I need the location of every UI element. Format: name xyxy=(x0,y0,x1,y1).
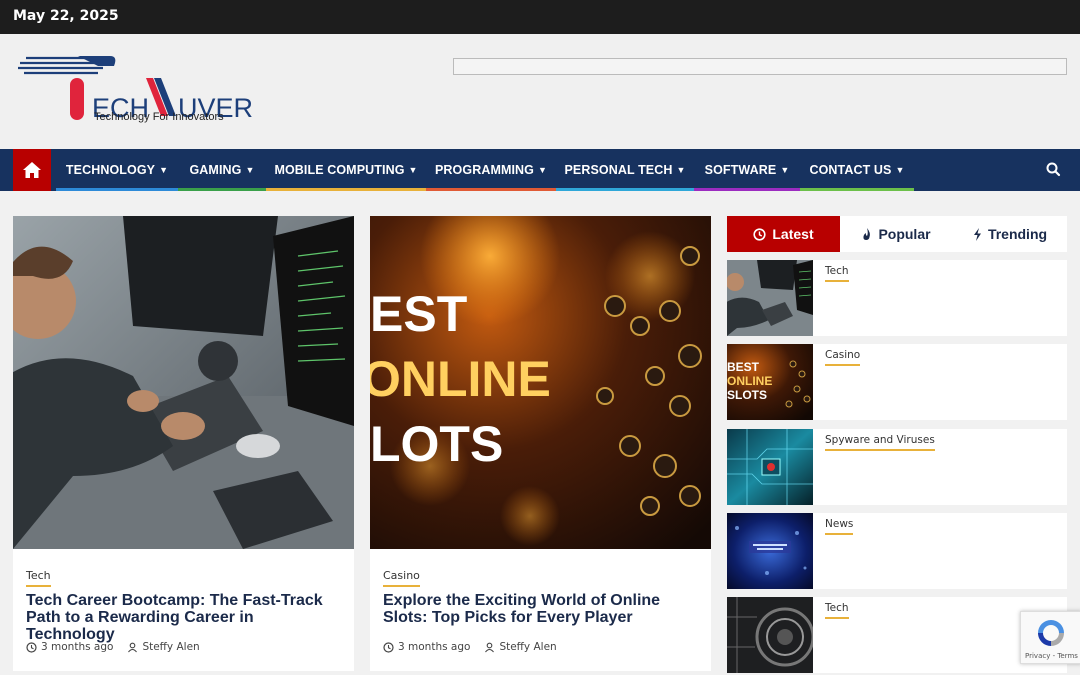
site-header: ECH UVER Technology For Innovators xyxy=(0,34,1080,148)
article-author[interactable]: Steffy Alen xyxy=(499,641,556,653)
sidebar-post[interactable]: BEST ONLINE SLOTS Casino xyxy=(727,344,1067,420)
tab-label: Popular xyxy=(878,226,931,242)
chevron-down-icon: ▼ xyxy=(159,165,169,175)
recaptcha-badge[interactable]: Privacy - Terms xyxy=(1020,611,1080,664)
nav-item-technology[interactable]: TECHNOLOGY ▼ xyxy=(56,149,178,191)
nav-underline xyxy=(426,188,556,191)
article-image-casino[interactable]: EST ONLINE LOTS xyxy=(370,216,711,549)
nav-underline xyxy=(266,188,426,191)
tab-label: Trending xyxy=(987,226,1048,242)
sidebar-post-thumbnail[interactable] xyxy=(727,597,813,673)
nav-underline xyxy=(694,188,800,191)
nav-item-gaming[interactable]: GAMING ▼ xyxy=(178,149,266,191)
nav-label: TECHNOLOGY xyxy=(65,163,156,177)
nav-label: PERSONAL TECH xyxy=(564,163,673,177)
nav-item-programming[interactable]: PROGRAMMING ▼ xyxy=(426,149,556,191)
casino-thumb-text-1: BEST xyxy=(727,360,760,374)
casino-image-text-2: ONLINE xyxy=(370,351,551,407)
sidebar-post[interactable]: Tech xyxy=(727,260,1067,336)
article-time: 3 months ago xyxy=(41,641,114,653)
clock-icon xyxy=(753,227,766,241)
sidebar-post-category[interactable]: Spyware and Viruses xyxy=(825,434,935,451)
chevron-down-icon: ▼ xyxy=(245,165,255,175)
current-date: May 22, 2025 xyxy=(13,8,119,24)
sidebar-post-category[interactable]: Casino xyxy=(825,349,861,366)
fire-icon xyxy=(863,227,871,240)
user-icon xyxy=(128,642,138,652)
sidebar-tabs: Latest Popular Trending xyxy=(727,216,1067,252)
sidebar-post-thumbnail[interactable] xyxy=(727,429,813,505)
tab-trending[interactable]: Trending xyxy=(953,216,1067,252)
sidebar-post-category[interactable]: Tech xyxy=(825,602,849,619)
chevron-down-icon: ▼ xyxy=(676,165,686,175)
sidebar-post[interactable]: Tech xyxy=(727,597,1067,673)
search-icon xyxy=(1046,162,1061,177)
top-bar: May 22, 2025 xyxy=(0,0,1080,34)
nav-item-software[interactable]: SOFTWARE ▼ xyxy=(694,149,800,191)
recaptcha-icon xyxy=(1038,620,1064,646)
home-button[interactable] xyxy=(13,149,51,191)
article-card[interactable]: Tech Tech Career Bootcamp: The Fast-Trac… xyxy=(13,216,354,671)
sidebar-post-thumbnail[interactable] xyxy=(727,513,813,589)
sidebar-post[interactable]: Spyware and Viruses xyxy=(727,429,1067,505)
casino-thumb-text-3: SLOTS xyxy=(727,388,767,402)
article-card[interactable]: EST ONLINE LOTS Casino Explore the Excit… xyxy=(370,216,711,671)
nav-label: CONTACT US xyxy=(809,163,892,177)
article-category[interactable]: Tech xyxy=(26,569,51,587)
tab-popular[interactable]: Popular xyxy=(840,216,953,252)
nav-underline xyxy=(178,188,266,191)
user-icon xyxy=(485,642,495,652)
article-image-tech[interactable] xyxy=(13,216,354,549)
sidebar-post-category[interactable]: Tech xyxy=(825,265,849,282)
sidebar-post-category[interactable]: News xyxy=(825,518,854,535)
nav-underline xyxy=(56,188,178,191)
chevron-down-icon: ▼ xyxy=(408,165,418,175)
recaptcha-links[interactable]: Privacy - Terms xyxy=(1025,652,1078,660)
article-title[interactable]: Explore the Exciting World of Online Slo… xyxy=(383,592,703,626)
clock-icon xyxy=(26,641,37,653)
nav-label: PROGRAMMING xyxy=(434,163,534,177)
nav-underline xyxy=(556,188,694,191)
article-category[interactable]: Casino xyxy=(383,569,420,587)
tab-latest[interactable]: Latest xyxy=(727,216,840,252)
search-button[interactable] xyxy=(1045,161,1063,179)
nav-label: MOBILE COMPUTING xyxy=(274,163,405,177)
bolt-icon xyxy=(973,227,981,241)
article-meta: 3 months ago Steffy Alen xyxy=(26,641,200,653)
sidebar-post-thumbnail[interactable] xyxy=(727,260,813,336)
chevron-down-icon: ▼ xyxy=(895,165,905,175)
site-logo[interactable]: ECH UVER Technology For Innovators xyxy=(18,54,268,129)
sidebar-post[interactable]: News xyxy=(727,513,1067,589)
chevron-down-icon: ▼ xyxy=(538,165,548,175)
main-nav: TECHNOLOGY ▼ GAMING ▼ MOBILE COMPUTING ▼ PR… xyxy=(0,149,1080,191)
casino-image-text-1: EST xyxy=(370,286,467,342)
sidebar-post-thumbnail[interactable]: BEST ONLINE SLOTS xyxy=(727,344,813,420)
home-icon xyxy=(23,162,41,178)
article-title[interactable]: Tech Career Bootcamp: The Fast-Track Pat… xyxy=(26,592,346,643)
nav-item-mobile-computing[interactable]: MOBILE COMPUTING ▼ xyxy=(266,149,426,191)
header-ad-placeholder[interactable] xyxy=(453,58,1067,75)
clock-icon xyxy=(383,641,394,653)
casino-thumb-text-2: ONLINE xyxy=(727,374,772,388)
nav-underline xyxy=(800,188,914,191)
tab-label: Latest xyxy=(772,226,814,242)
article-time: 3 months ago xyxy=(398,641,471,653)
logo-tagline: Technology For Innovators xyxy=(94,111,224,123)
nav-item-contact-us[interactable]: CONTACT US ▼ xyxy=(800,149,914,191)
article-author[interactable]: Steffy Alen xyxy=(142,641,199,653)
chevron-down-icon: ▼ xyxy=(780,165,790,175)
nav-label: GAMING xyxy=(189,163,242,177)
casino-image-text-3: LOTS xyxy=(370,416,503,472)
nav-item-personal-tech[interactable]: PERSONAL TECH ▼ xyxy=(556,149,694,191)
nav-label: SOFTWARE xyxy=(704,163,777,177)
article-meta: 3 months ago Steffy Alen xyxy=(383,641,557,653)
